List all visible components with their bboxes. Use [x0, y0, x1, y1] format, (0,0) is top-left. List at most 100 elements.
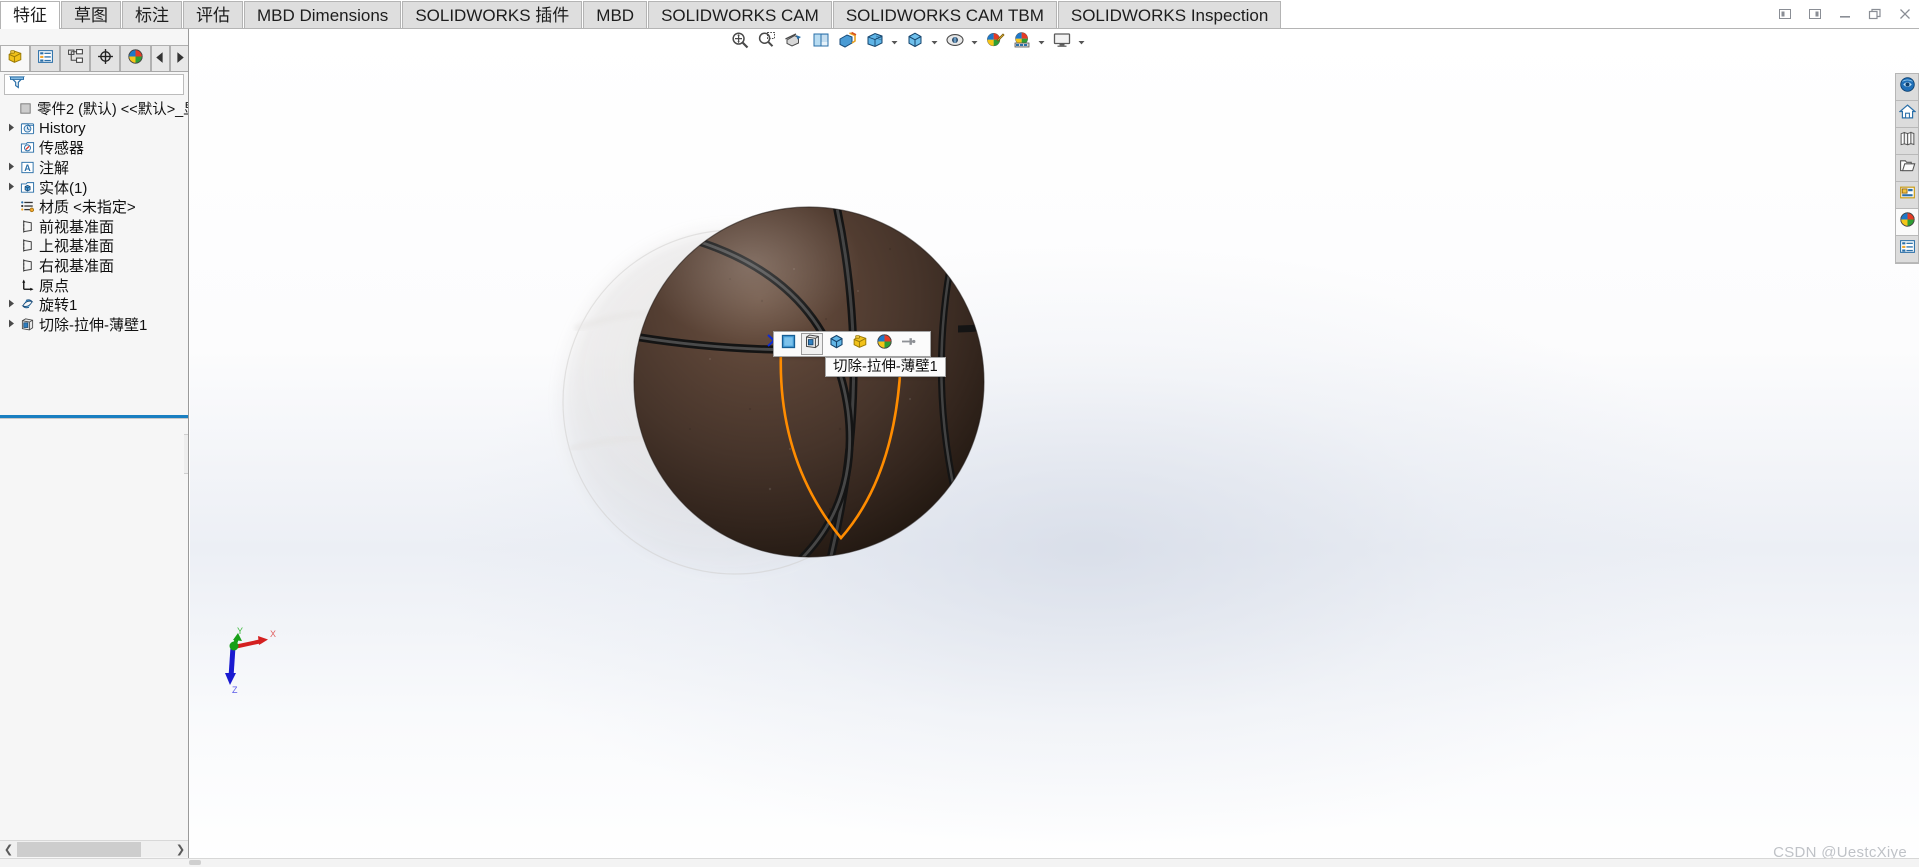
bottom-resize-grip[interactable]	[189, 860, 201, 865]
solidworks-resources-tab[interactable]	[1896, 74, 1918, 101]
display-manager-tab[interactable]	[120, 45, 151, 71]
configuration-icon	[67, 48, 84, 70]
tree-item-label: 前视基准面	[39, 218, 115, 236]
annotation-icon: A	[18, 160, 36, 175]
scrollbar-thumb[interactable]	[17, 841, 141, 857]
tree-item-label: 原点	[39, 277, 70, 295]
command-tab-2[interactable]: 标注	[122, 1, 182, 29]
edit-feature-icon	[804, 333, 821, 355]
tree-item-label: 传感器	[39, 140, 85, 158]
property-manager-tab[interactable]	[30, 45, 61, 71]
part-icon	[16, 101, 34, 116]
layout-icon	[1899, 184, 1916, 206]
scroll-left-tab[interactable]	[150, 45, 170, 71]
window-controls	[1777, 0, 1913, 28]
expand-arrow-icon[interactable]	[4, 299, 18, 310]
minimize-icon[interactable]	[1837, 6, 1853, 22]
expand-arrow-icon[interactable]	[4, 319, 18, 330]
blue-cube-icon	[828, 333, 845, 355]
feature-properties-button[interactable]	[849, 333, 871, 355]
command-tab-9[interactable]: SOLIDWORKS Inspection	[1057, 1, 1282, 29]
task-pane-tab-strip	[1895, 73, 1919, 264]
expand-arrow-icon[interactable]	[4, 123, 18, 134]
triad-y-label: Y	[237, 627, 243, 636]
tree-item-label: History	[39, 119, 86, 137]
folder-icon	[1899, 157, 1916, 179]
plane-icon	[18, 238, 36, 253]
pin-toolbar-button[interactable]	[897, 333, 919, 355]
custom-properties-tab[interactable]	[1896, 209, 1918, 236]
featuremanager-design-tree-tab[interactable]	[0, 45, 31, 71]
tree-item-3[interactable]: A 注解	[0, 158, 188, 178]
appearance-sphere-icon	[127, 48, 144, 70]
design-library-tab[interactable]	[1896, 101, 1918, 128]
caret-right-icon	[171, 49, 188, 69]
expand-arrow-icon[interactable]	[4, 162, 18, 173]
command-tab-7[interactable]: SOLIDWORKS CAM	[648, 1, 832, 29]
view-palette-tab[interactable]	[1896, 155, 1918, 182]
coordinate-triad: X Y Z	[220, 626, 290, 697]
feature-manager-panel: 零件2 (默认) <<默认>_显示状History 传感器 A 注解实体(1) 材质 <…	[0, 29, 189, 867]
command-tab-8[interactable]: SOLIDWORKS CAM TBM	[832, 1, 1057, 29]
tree-item-2[interactable]: 传感器	[0, 138, 188, 158]
command-tab-6[interactable]: MBD	[583, 1, 648, 29]
revolve-icon	[18, 297, 36, 312]
tree-item-label: 材质 <未指定>	[39, 199, 136, 217]
command-tab-1[interactable]: 草图	[61, 1, 121, 29]
tree-item-10[interactable]: 旋转1	[0, 295, 188, 315]
tree-item-label: 注解	[39, 160, 70, 178]
design-tree: 零件2 (默认) <<默认>_显示状History 传感器 A 注解实体(1) 材质 <…	[0, 99, 188, 335]
tree-item-label: 零件2 (默认) <<默认>_显示状	[37, 102, 188, 119]
graphics-viewport[interactable]: 切除-拉伸-薄壁1 X Y Z CSDN @UestcXiye	[190, 29, 1919, 867]
tree-item-7[interactable]: 上视基准面	[0, 236, 188, 256]
panel-divider	[0, 418, 188, 419]
tree-item-8[interactable]: 右视基准面	[0, 256, 188, 276]
filter-input[interactable]	[25, 76, 188, 93]
isolate-button[interactable]	[825, 333, 847, 355]
restore-left-icon[interactable]	[1777, 6, 1793, 22]
caret-left-icon	[152, 49, 169, 69]
restore-right-icon[interactable]	[1807, 6, 1823, 22]
tree-horizontal-scrollbar[interactable]: ❮ ❯	[0, 840, 188, 858]
command-tab-0[interactable]: 特征	[0, 1, 60, 29]
yellow-feature-icon	[7, 48, 24, 70]
tree-item-6[interactable]: 前视基准面	[0, 217, 188, 237]
panel-resize-grip[interactable]	[184, 434, 188, 474]
scroll-right-tab[interactable]	[169, 45, 188, 71]
history-icon	[18, 121, 36, 136]
filter-bar[interactable]	[4, 74, 188, 95]
command-tab-3[interactable]: 评估	[183, 1, 243, 29]
expand-arrow-icon[interactable]	[4, 182, 18, 193]
appearances-scenes-tab[interactable]	[1896, 182, 1918, 209]
tree-item-label: 切除-拉伸-薄壁1	[39, 316, 148, 334]
scroll-right-button[interactable]: ❯	[172, 841, 188, 858]
appearances-button[interactable]	[873, 333, 895, 355]
blue-square-icon	[780, 333, 797, 355]
crosshair-icon	[97, 48, 114, 70]
material-icon	[18, 199, 36, 214]
tree-item-5[interactable]: 材质 <未指定>	[0, 197, 188, 217]
configuration-manager-tab[interactable]	[60, 45, 91, 71]
basketball-model[interactable]	[190, 29, 1919, 867]
file-explorer-tab[interactable]	[1896, 128, 1918, 155]
tree-item-9[interactable]: 原点	[0, 275, 188, 295]
tree-item-label: 上视基准面	[39, 238, 115, 256]
scroll-left-button[interactable]: ❮	[0, 841, 17, 858]
hide-show-face-button[interactable]	[777, 333, 799, 355]
scrollbar-track[interactable]	[17, 841, 172, 858]
command-manager-tab-row: 特征 草图 标注 评估 MBD Dimensions SOLIDWORKS 插件 MBD SO…	[0, 0, 1919, 29]
feature-manager-tabs	[0, 45, 188, 72]
dimxpert-manager-tab[interactable]	[90, 45, 121, 71]
close-icon[interactable]	[1897, 6, 1913, 22]
tree-item-0[interactable]: 零件2 (默认) <<默认>_显示状	[0, 99, 188, 119]
triad-x-label: X	[270, 629, 276, 639]
restore-icon[interactable]	[1867, 6, 1883, 22]
display-states-tab[interactable]	[1896, 236, 1918, 263]
tree-item-4[interactable]: 实体(1)	[0, 177, 188, 197]
tree-item-1[interactable]: History	[0, 119, 188, 139]
edit-feature-button[interactable]	[801, 333, 823, 355]
tree-item-11[interactable]: 切除-拉伸-薄壁1	[0, 315, 188, 335]
command-tab-4[interactable]: MBD Dimensions	[244, 1, 402, 29]
command-tab-5[interactable]: SOLIDWORKS 插件	[402, 1, 583, 29]
svg-text:A: A	[24, 163, 31, 173]
